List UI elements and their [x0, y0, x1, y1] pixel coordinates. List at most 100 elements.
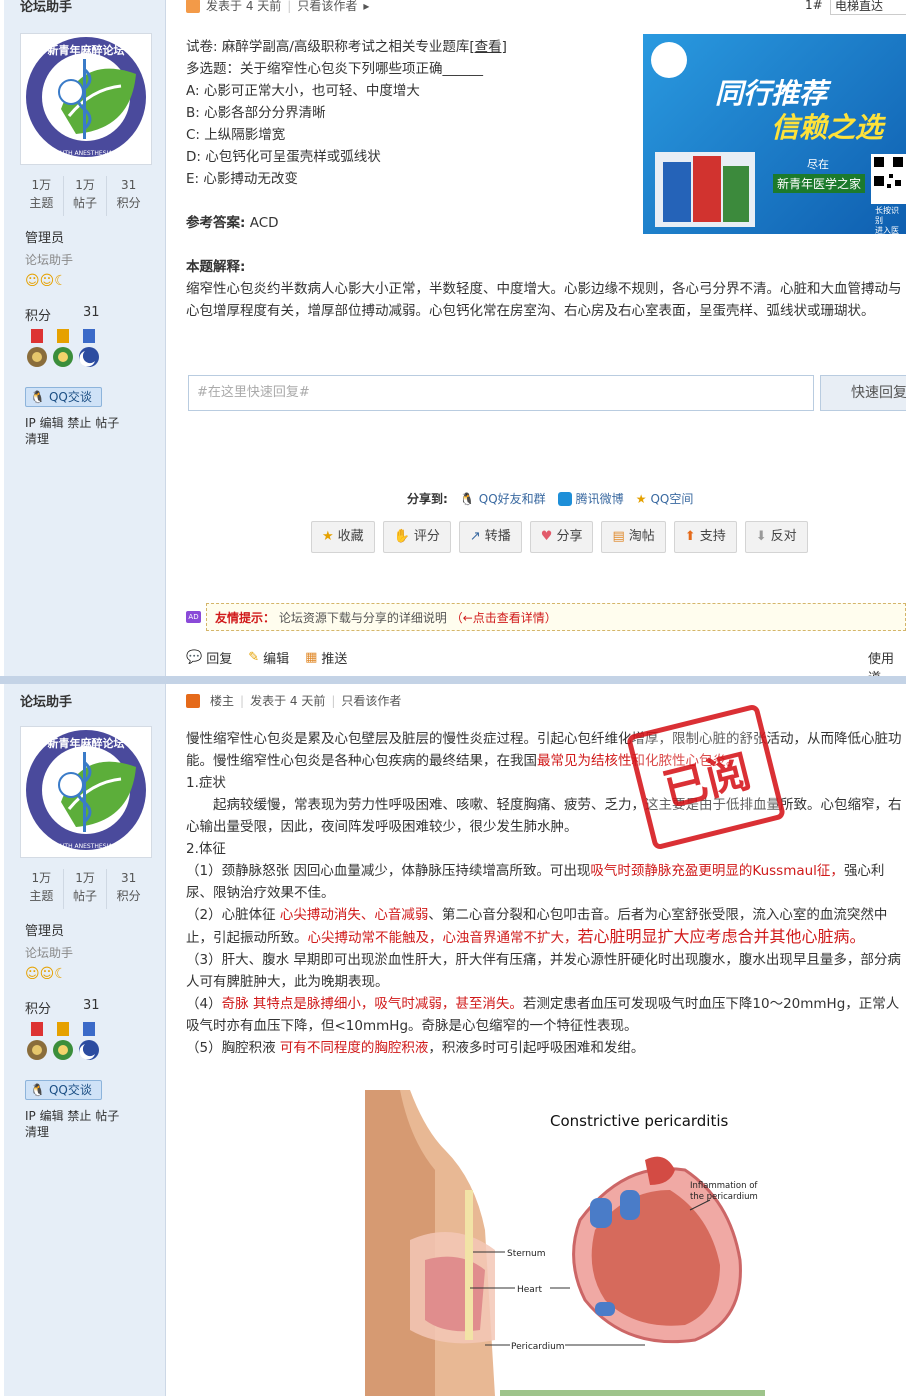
only-author-link[interactable]: 只看该作者 — [297, 0, 357, 14]
collect-button[interactable]: ▤ 淘帖 — [601, 521, 666, 553]
exam-title-line: 试卷: 麻醉学副高/高级职称考试之相关专业题库[查看] — [186, 39, 507, 55]
user-group: 论坛助手 — [25, 946, 74, 960]
oppose-button[interactable]: ⬇ 反对 — [744, 521, 808, 553]
share-qzone[interactable]: ★ QQ空间 — [636, 490, 694, 507]
qq-penguin-icon: 🐧 — [30, 390, 45, 404]
author-name[interactable]: 论坛助手 — [20, 691, 72, 710]
points-label: 积分 — [25, 1002, 52, 1017]
favorite-button[interactable]: ★ 收藏 — [311, 521, 375, 553]
level-stars-icon: ☺☺☾ — [25, 273, 67, 289]
only-author-link[interactable]: 只看该作者 — [341, 692, 401, 709]
quick-reply-input[interactable]: #在这里快速回复# — [188, 375, 814, 411]
qq-chat-button[interactable]: 🐧 QQ交谈 — [25, 1080, 102, 1100]
book-stack-image — [655, 152, 755, 227]
user-group: 论坛助手 — [25, 253, 74, 267]
stat-topics[interactable]: 1万 主题 — [20, 869, 64, 909]
user-stats: 1万 主题 1万 帖子 31 积分 — [20, 176, 150, 216]
explain-label: 本题解释: — [186, 259, 246, 275]
stat-posts[interactable]: 1万 帖子 — [64, 176, 108, 216]
stat-topics[interactable]: 1万 主题 — [20, 176, 64, 216]
heart-icon: ♥ — [540, 529, 553, 544]
post-1: 论坛助手 新青年麻醉论坛 NEW YOUTH ANESTHESIA FORUM … — [0, 0, 906, 686]
arrow-right-icon: ▸ — [363, 0, 370, 13]
paragraph: （1）颈静脉怒张 因回心血量减少，体静脉压持续增高所致。可出现吸气时颈静脉充盈更… — [186, 863, 885, 901]
repost-button[interactable]: ↗ 转播 — [458, 521, 522, 553]
paragraph: 慢性缩窄性心包炎是累及心包壁层及脏层的慢性炎症过程。引起心包纤维化增厚，限制心脏… — [186, 731, 902, 769]
post-date: 发表于 4 天前 — [250, 694, 326, 708]
admin-links[interactable]: IP 编辑 禁止 帖子 清理 — [25, 1108, 145, 1140]
author-name[interactable]: 论坛助手 — [20, 0, 72, 15]
paragraph: （5）胸腔积液 可有不同程度的胸腔积液，积液多时可引起呼吸困难和发绀。 — [186, 1040, 645, 1056]
ad-badge-icon: AD — [186, 611, 201, 623]
qq-penguin-icon: 🐧 — [30, 1083, 45, 1097]
post-date: 发表于 4 天前 — [206, 0, 282, 13]
option-d: D: 心包钙化可呈蛋壳样或弧线状 — [186, 149, 381, 165]
repost-icon: ↗ — [469, 529, 481, 544]
speech-bubble-icon: 💬 — [186, 650, 203, 665]
svg-text:Inflammation of: Inflammation of — [690, 1181, 758, 1191]
stat-points[interactable]: 31 积分 — [107, 869, 150, 909]
star-icon: ★ — [322, 529, 334, 544]
avatar[interactable]: 新青年麻醉论坛 NEW YOUTH ANESTHESIA FORUM — [20, 33, 152, 165]
points-value: 31 — [83, 305, 100, 320]
paragraph: （2）心脏体征 心尖搏动消失、心音减弱、第二心音分裂和心包叩击音。后者为心室舒张… — [186, 907, 888, 946]
paragraph: （4）奇脉 其特点是脉搏细小，吸气时减弱，甚至消失。若测定患者血压可发现吸气时血… — [186, 996, 900, 1034]
explanation: 本题解释: 缩窄性心包炎约半数病人心影大小正常，半数轻度、中度增大。心影边缘不规… — [186, 256, 906, 322]
medal-icon — [79, 1022, 99, 1060]
medal-icon — [27, 1022, 47, 1060]
svg-text:Pericardium: Pericardium — [511, 1342, 565, 1352]
post-footer: 💬 回复 ✎ 编辑 ▦ 推送 — [186, 648, 347, 667]
ad-banner[interactable]: 同行推荐 信赖之选 尽在 新青年医学之家 长按识别进入医学 — [643, 34, 906, 234]
admin-links[interactable]: IP 编辑 禁止 帖子 清理 — [25, 415, 145, 447]
points-value: 31 — [83, 998, 100, 1013]
user-role[interactable]: 管理员 — [25, 920, 64, 939]
share-bar: 分享到: 🐧 QQ好友和群 腾讯微博 ★ QQ空间 — [407, 490, 693, 507]
svg-text:Constrictive pericarditis: Constrictive pericarditis — [550, 1112, 729, 1130]
weibo-icon — [557, 491, 572, 506]
arrow-down-icon: ⬇ — [755, 529, 767, 544]
qq-penguin-icon: 🐧 — [459, 491, 475, 506]
forum-logo-icon: 新青年麻醉论坛 NEW YOUTH ANESTHESIA FORUM — [26, 37, 146, 157]
view-link[interactable]: [查看] — [469, 39, 507, 55]
user-role[interactable]: 管理员 — [25, 227, 64, 246]
qq-chat-button[interactable]: 🐧 QQ交谈 — [25, 387, 102, 407]
medal-list — [25, 329, 101, 373]
rate-button[interactable]: ✋ 评分 — [382, 521, 451, 553]
stat-posts[interactable]: 1万 帖子 — [64, 869, 108, 909]
arrow-up-icon: ⬆ — [684, 529, 696, 544]
medal-icon — [27, 329, 47, 367]
answer-line: 参考答案: ACD — [186, 215, 279, 231]
reply-button[interactable]: 💬 回复 — [186, 648, 232, 667]
paragraph: （3）肝大、腹水 早期即可出现淤血性肝大，肝大伴有压痛，并发心源性肝硬化时出现腹… — [186, 952, 901, 990]
option-e: E: 心影搏动无改变 — [186, 171, 298, 187]
support-button[interactable]: ⬆ 支持 — [673, 521, 737, 553]
option-a: A: 心影可正常大小，也可轻、中度增大 — [186, 83, 420, 99]
medal-icon — [53, 329, 73, 367]
pericarditis-figure: Sternum Heart Pericardium Constrictive p… — [365, 1090, 765, 1396]
tip-link[interactable]: （←点击查看详情） — [451, 611, 557, 625]
share-qq-friends[interactable]: 🐧 QQ好友和群 — [460, 490, 546, 507]
paragraph: 起病较缓慢，常表现为劳力性呼吸困难、咳嗽、轻度胸痛、疲劳、乏力，这主要是由于低排… — [186, 797, 902, 835]
question-stem: 多选题：关于缩窄性心包炎下列哪些项正确______ — [186, 61, 483, 77]
tip-text[interactable]: 论坛资源下载与分享的详细说明 — [279, 611, 447, 625]
qr-code-icon — [871, 154, 906, 204]
medal-icon — [53, 1022, 73, 1060]
floor-number[interactable]: 1# — [805, 0, 823, 12]
share-tencent-weibo[interactable]: 腾讯微博 — [557, 490, 624, 507]
forum-logo-icon: 新青年麻醉论坛 NEW YOUTH ANESTHESIA FORUM — [26, 730, 146, 850]
post-header: 发表于 4 天前 | 只看该作者 ▸ — [186, 0, 369, 14]
tray-icon: ▤ — [612, 529, 625, 544]
stat-points[interactable]: 31 积分 — [107, 176, 150, 216]
svg-text:Sternum: Sternum — [507, 1249, 546, 1259]
option-c: C: 上纵隔影增宽 — [186, 127, 286, 143]
explain-text: 缩窄性心包炎约半数病人心影大小正常，半数轻度、中度增大。心影边缘不规则，各心弓分… — [186, 281, 902, 319]
avatar[interactable]: 新青年麻醉论坛 NEW YOUTH ANESTHESIA FORUM — [20, 726, 152, 858]
svg-text:the pericardium: the pericardium — [690, 1192, 758, 1202]
post-body: 慢性缩窄性心包炎是累及心包壁层及脏层的慢性炎症过程。引起心包纤维化增厚，限制心脏… — [186, 728, 906, 1059]
thumb-icon: ✋ — [393, 529, 410, 544]
share-button[interactable]: ♥ 分享 — [529, 521, 594, 553]
elevator-jump[interactable]: 电梯直达 — [830, 0, 906, 15]
edit-button[interactable]: ✎ 编辑 — [248, 648, 289, 667]
quick-reply-button[interactable]: 快速回复 — [820, 375, 906, 411]
push-button[interactable]: ▦ 推送 — [305, 648, 347, 667]
